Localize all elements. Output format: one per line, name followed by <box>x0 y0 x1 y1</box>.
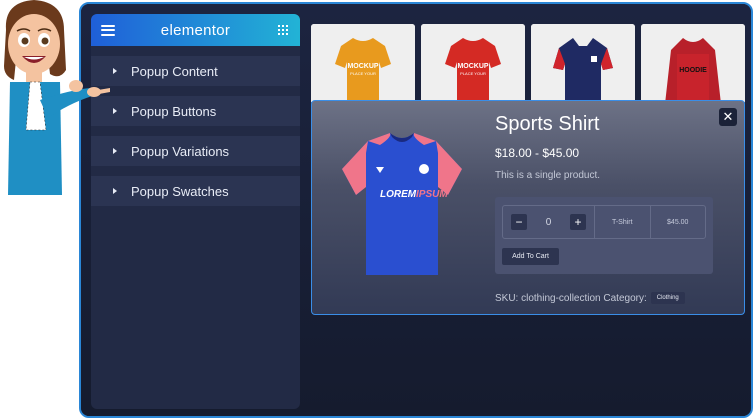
product-thumbnail-orange-tshirt[interactable]: MOCKUP PLACE YOUR <box>311 24 415 104</box>
app-stage: elementor Popup Content Popup Buttons Po… <box>0 0 755 420</box>
thumbnail-print: MOCKUP <box>347 63 378 70</box>
product-popup: ✕ LOREM IPSUM Sports Shirt $18.00 - $45.… <box>311 100 745 315</box>
shirt-brand-a: LOREM <box>380 189 417 200</box>
sidebar: elementor Popup Content Popup Buttons Po… <box>91 14 300 409</box>
polo-navy-icon <box>531 24 635 104</box>
quantity-value[interactable]: 0 <box>546 217 552 228</box>
app-window: elementor Popup Content Popup Buttons Po… <box>79 2 753 418</box>
thumbnail-subprint: PLACE YOUR <box>350 71 376 76</box>
sidebar-item-popup-content[interactable]: Popup Content <box>91 56 300 86</box>
sidebar-item-popup-variations[interactable]: Popup Variations <box>91 136 300 166</box>
thumbnail-print: HOODIE <box>679 67 707 74</box>
product-meta-text: SKU: clothing-collection Category: <box>495 292 647 304</box>
thumbnail-print: MOCKUP <box>457 63 488 70</box>
sidebar-menu: Popup Content Popup Buttons Popup Variat… <box>91 46 300 206</box>
product-price: $18.00 - $45.00 <box>495 146 580 160</box>
hoodie-red-icon: HOODIE <box>641 24 745 104</box>
sidebar-item-label: Popup Swatches <box>131 183 229 199</box>
product-thumbnail-red-tshirt[interactable]: MOCKUP PLACE YOUR <box>421 24 525 104</box>
sidebar-item-popup-buttons[interactable]: Popup Buttons <box>91 96 300 126</box>
thumbnail-subprint: PLACE YOUR <box>460 71 486 76</box>
variation-box: − 0 + T-Shirt $45.00 Add To Cart <box>495 197 713 274</box>
product-meta: SKU: clothing-collection Category: Cloth… <box>495 292 685 304</box>
quantity-stepper: − 0 + <box>503 206 595 238</box>
mascot-character-illustration <box>4 0 110 195</box>
quantity-increase-button[interactable]: + <box>570 214 586 230</box>
product-title: Sports Shirt <box>495 113 600 135</box>
variation-price: $45.00 <box>649 206 706 238</box>
add-to-cart-button[interactable]: Add To Cart <box>502 248 559 265</box>
product-thumbnail-red-hoodie[interactable]: HOODIE <box>641 24 745 104</box>
sidebar-item-label: Popup Content <box>131 63 218 79</box>
variation-row: − 0 + T-Shirt $45.00 <box>502 205 706 239</box>
tshirt-red-icon: MOCKUP PLACE YOUR <box>421 24 525 104</box>
sidebar-title: elementor <box>160 21 231 39</box>
close-icon[interactable]: ✕ <box>719 108 737 126</box>
category-tag[interactable]: Clothing <box>650 292 685 304</box>
variation-name: T-Shirt <box>611 218 633 226</box>
shirt-brand-b: IPSUM <box>416 189 448 200</box>
sidebar-item-label: Popup Variations <box>131 143 230 159</box>
quantity-decrease-button[interactable]: − <box>511 214 527 230</box>
sidebar-item-label: Popup Buttons <box>131 103 217 119</box>
sidebar-header: elementor <box>91 14 300 46</box>
product-thumbnail-navy-polo[interactable] <box>531 24 635 104</box>
sidebar-item-popup-swatches[interactable]: Popup Swatches <box>91 176 300 206</box>
apps-grid-icon[interactable] <box>278 25 288 35</box>
tshirt-orange-icon: MOCKUP PLACE YOUR <box>311 24 415 104</box>
sports-shirt-image: LOREM IPSUM <box>342 133 462 275</box>
product-description: This is a single product. <box>495 170 601 181</box>
